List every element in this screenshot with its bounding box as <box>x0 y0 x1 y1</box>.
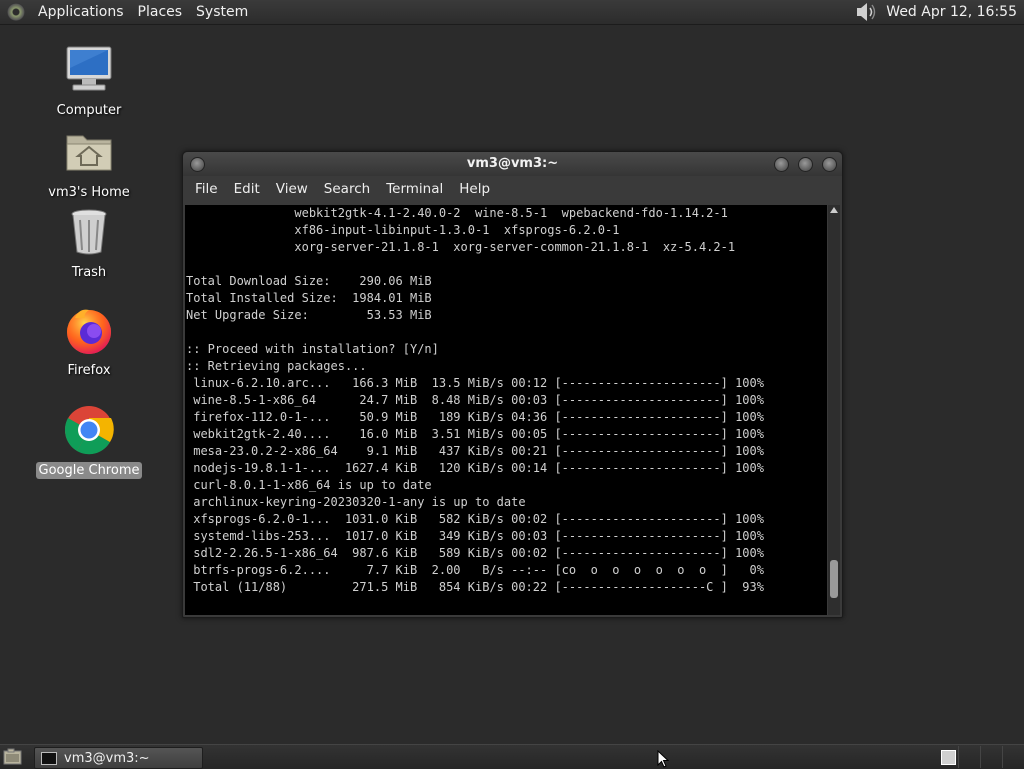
window-titlebar[interactable]: vm3@vm3:~ <box>183 152 842 176</box>
maximize-button[interactable] <box>798 157 813 172</box>
taskbar-label: vm3@vm3:~ <box>64 750 150 766</box>
terminal-line: :: Retrieving packages... <box>186 359 367 373</box>
terminal-line: firefox-112.0-1-... 50.9 MiB 189 KiB/s 0… <box>186 410 764 424</box>
chrome-icon <box>64 406 114 455</box>
workspace-2[interactable] <box>958 746 980 768</box>
terminal-text: webkit2gtk-4.1-2.40.0-2 wine-8.5-1 wpeba… <box>185 205 827 596</box>
desktop-icon-home[interactable]: vm3's Home <box>34 126 144 201</box>
scrollbar-thumb[interactable] <box>830 560 838 598</box>
desktop-icon-label: Firefox <box>67 363 111 378</box>
taskbar-terminal-button[interactable]: vm3@vm3:~ <box>34 747 203 769</box>
desktop-icon-label: Computer <box>56 103 122 118</box>
top-panel: Applications Places System Wed Apr 12, 1… <box>0 0 1024 25</box>
menu-system[interactable]: System <box>189 4 255 20</box>
terminal-line: xfsprogs-6.2.0-1... 1031.0 KiB 582 KiB/s… <box>186 512 764 526</box>
menu-edit[interactable]: Edit <box>226 181 268 197</box>
terminal-line: Total Installed Size: 1984.01 MiB <box>186 291 432 305</box>
terminal-line: xorg-server-21.1.8-1 xorg-server-common-… <box>186 240 736 254</box>
desktop-icon-computer[interactable]: Computer <box>34 44 144 119</box>
show-desktop-icon[interactable] <box>3 748 22 765</box>
minimize-button[interactable] <box>774 157 789 172</box>
terminal-line: sdl2-2.26.5-1-x86_64 987.6 KiB 589 KiB/s… <box>186 546 764 560</box>
terminal-line: linux-6.2.10.arc... 166.3 MiB 13.5 MiB/s… <box>186 376 764 390</box>
terminal-line: :: Proceed with installation? [Y/n] <box>186 342 439 356</box>
volume-icon[interactable] <box>854 2 878 22</box>
window-title: vm3@vm3:~ <box>466 156 559 171</box>
workspace-4[interactable] <box>1002 746 1024 768</box>
terminal-line: systemd-libs-253... 1017.0 KiB 349 KiB/s… <box>186 529 764 543</box>
terminal-line: nodejs-19.8.1-1-... 1627.4 KiB 120 KiB/s… <box>186 461 764 475</box>
menu-search[interactable]: Search <box>316 181 378 197</box>
menu-terminal[interactable]: Terminal <box>378 181 451 197</box>
terminal-line: webkit2gtk-2.40.... 16.0 MiB 3.51 MiB/s … <box>186 427 764 441</box>
menu-view[interactable]: View <box>268 181 316 197</box>
terminal-line: curl-8.0.1-1-x86_64 is up to date <box>186 478 432 492</box>
home-folder-icon <box>66 135 112 171</box>
menu-help[interactable]: Help <box>451 181 498 197</box>
firefox-icon <box>67 309 111 354</box>
terminal-line: webkit2gtk-4.1-2.40.0-2 wine-8.5-1 wpeba… <box>186 206 728 220</box>
terminal-window: vm3@vm3:~ File Edit View Search Terminal… <box>182 151 843 618</box>
terminal-line: xf86-input-libinput-1.3.0-1 xfsprogs-6.2… <box>186 223 620 237</box>
terminal-line: Total (11/88) 271.5 MiB 854 KiB/s 00:22 … <box>186 580 764 594</box>
desktop-icon-label: Trash <box>71 265 107 280</box>
terminal-line: archlinux-keyring-20230320-1-any is up t… <box>186 495 526 509</box>
desktop-icon-label: vm3's Home <box>48 185 130 200</box>
scroll-up-arrow-icon[interactable] <box>830 207 838 213</box>
distro-logo-icon[interactable] <box>7 3 25 21</box>
mouse-cursor-icon <box>657 750 669 768</box>
terminal-line: mesa-23.0.2-2-x86_64 9.1 MiB 437 KiB/s 0… <box>186 444 764 458</box>
terminal-output[interactable]: webkit2gtk-4.1-2.40.0-2 wine-8.5-1 wpeba… <box>185 205 827 615</box>
desktop-icon-trash[interactable]: Trash <box>34 206 144 281</box>
trash-icon <box>71 209 107 255</box>
close-button[interactable] <box>822 157 837 172</box>
workspace-3[interactable] <box>980 746 1002 768</box>
terminal-line: btrfs-progs-6.2.... 7.7 KiB 2.00 B/s --:… <box>186 563 764 577</box>
clock[interactable]: Wed Apr 12, 16:55 <box>882 4 1021 20</box>
menu-file[interactable]: File <box>187 181 226 197</box>
menu-applications[interactable]: Applications <box>31 4 131 20</box>
terminal-line: Net Upgrade Size: 53.53 MiB <box>186 308 432 322</box>
terminal-icon <box>41 751 57 765</box>
computer-icon <box>66 46 112 91</box>
workspace-1[interactable] <box>941 750 956 765</box>
desktop-icon-firefox[interactable]: Firefox <box>34 304 144 379</box>
terminal-menubar: File Edit View Search Terminal Help <box>183 177 842 201</box>
terminal-scrollbar[interactable] <box>828 205 840 615</box>
terminal-line: wine-8.5-1-x86_64 24.7 MiB 8.48 MiB/s 00… <box>186 393 764 407</box>
terminal-line: Total Download Size: 290.06 MiB <box>186 274 432 288</box>
desktop-icon-chrome[interactable]: Google Chrome <box>34 404 144 479</box>
menu-places[interactable]: Places <box>131 4 190 20</box>
bottom-panel: vm3@vm3:~ <box>0 744 1024 769</box>
desktop-icon-label: Google Chrome <box>35 462 143 479</box>
